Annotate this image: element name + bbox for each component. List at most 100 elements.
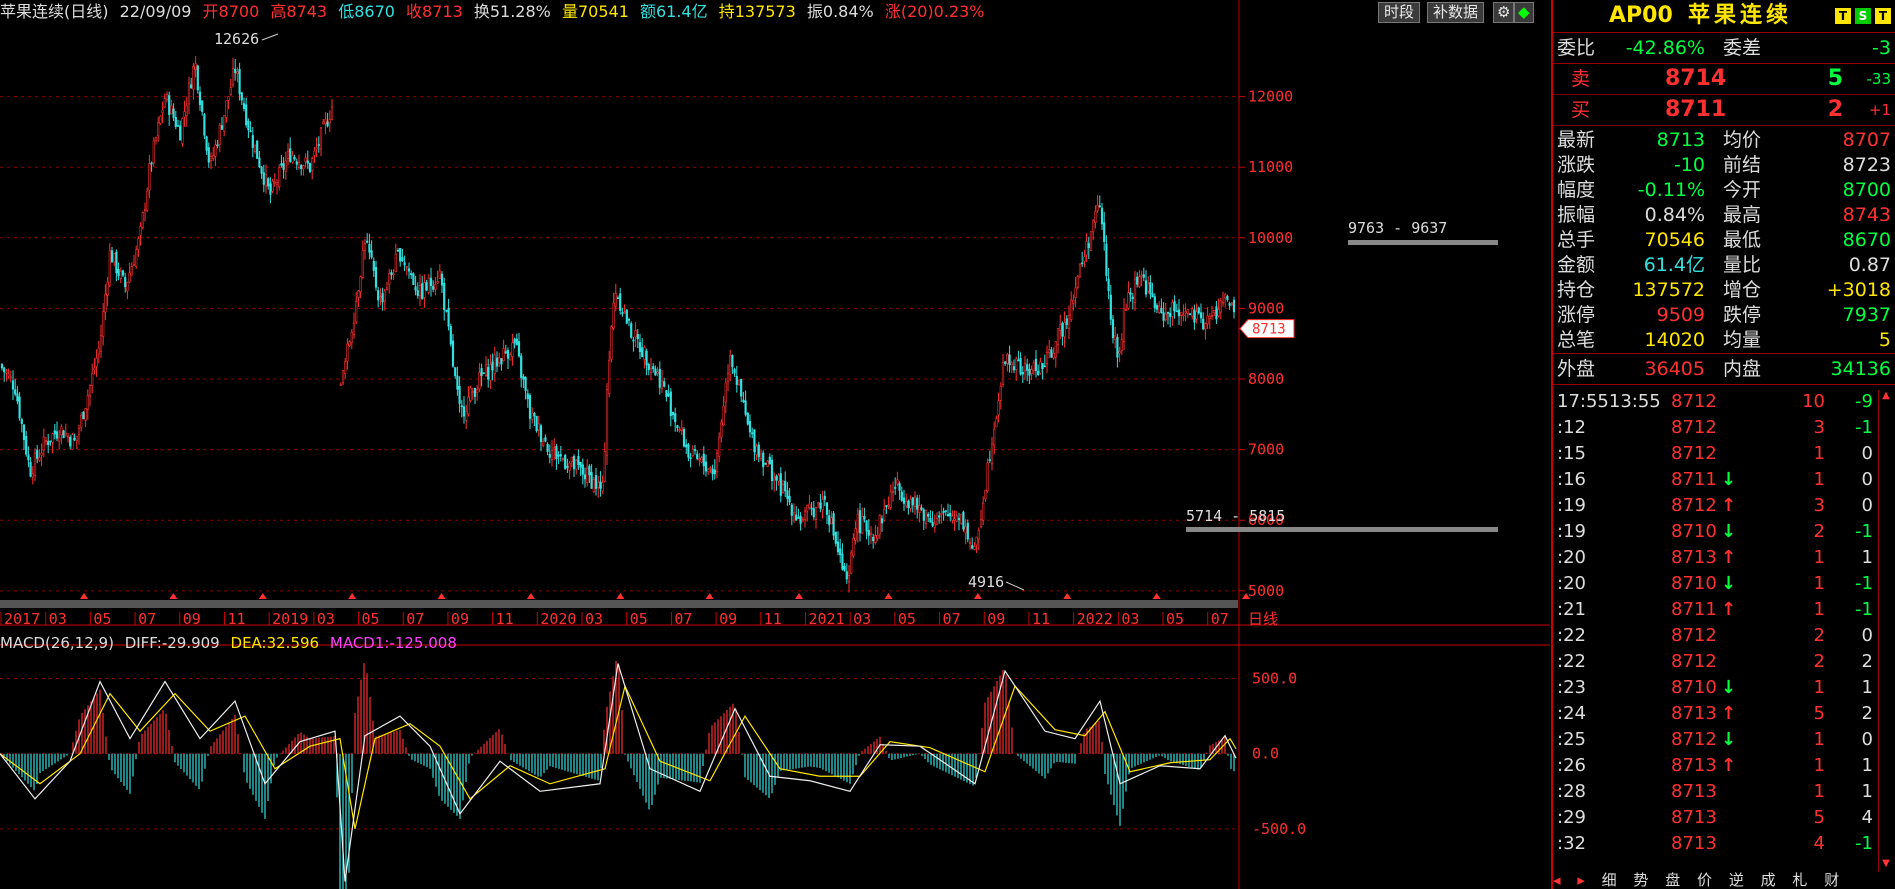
candle-body <box>348 341 351 347</box>
candle-body <box>916 497 919 510</box>
candle-body <box>724 382 727 403</box>
s-icon[interactable]: S <box>1855 8 1871 24</box>
chart-area[interactable]: 5000 6000 7000 8000 9000 10000 11000 12000 8713 2… <box>0 0 1550 889</box>
candle-body <box>476 389 479 393</box>
tab-zha[interactable]: 札 <box>1792 871 1807 889</box>
tab-shi[interactable]: 势 <box>1633 871 1648 889</box>
tick-row[interactable]: :24 8713 ↑ 5 2 <box>1553 701 1877 727</box>
candle-body <box>524 377 527 391</box>
tab-next-icon[interactable]: ▸ <box>1577 871 1585 889</box>
chart-canvas[interactable]: 5000600070008000900010000110001200087132… <box>0 0 1550 889</box>
candle-body <box>608 359 611 395</box>
tick-change: 4 <box>1861 807 1873 828</box>
x-tick-label: 03 <box>317 610 335 628</box>
candle-body <box>143 208 147 211</box>
candle-body <box>271 181 274 192</box>
tick-row[interactable]: :25 8712 ↓ 1 0 <box>1553 727 1877 753</box>
candle-body <box>671 411 675 416</box>
tick-row[interactable]: :12 8712 3 -1 <box>1553 415 1877 441</box>
candle-body <box>256 140 259 159</box>
candle-body <box>130 266 133 276</box>
candle-body <box>616 297 620 300</box>
candle-body <box>306 160 309 164</box>
candle-body <box>487 367 490 380</box>
tab-cheng[interactable]: 成 <box>1761 871 1776 889</box>
event-marker-icon <box>705 593 714 599</box>
candle-body <box>121 270 125 276</box>
candle-body <box>700 457 703 463</box>
tab-xi[interactable]: 细 <box>1602 871 1617 889</box>
tab-jia[interactable]: 价 <box>1697 871 1712 889</box>
period-button[interactable]: 时段 <box>1378 2 1421 23</box>
sell-row[interactable]: 卖 8714 5 -33 <box>1553 64 1895 95</box>
candle-body <box>887 504 890 507</box>
settings-icon[interactable]: ⚙ <box>1493 2 1515 23</box>
bottom-tabs[interactable]: ◂ ▸ 细 势 盘 价 逆 成 札 财 <box>1553 871 1893 889</box>
tick-row[interactable]: 17:5513:55 8712 10 -9 <box>1553 389 1877 415</box>
stat-value: 7937 <box>1842 304 1891 326</box>
candle-body <box>379 296 382 299</box>
candle-body <box>1226 295 1229 300</box>
tick-scrollbar[interactable]: ▲ ▼ <box>1878 390 1893 872</box>
x-tick-label: 05 <box>1166 610 1184 628</box>
tick-row[interactable]: :20 8710 ↓ 1 -1 <box>1553 571 1877 597</box>
tick-row[interactable]: :22 8712 2 2 <box>1553 649 1877 675</box>
candle-body <box>935 518 939 525</box>
tick-row[interactable]: :19 8712 ↑ 3 0 <box>1553 493 1877 519</box>
candle-body <box>845 571 848 580</box>
tick-row[interactable]: :22 8712 2 0 <box>1553 623 1877 649</box>
tick-row[interactable]: :20 8713 ↑ 1 1 <box>1553 545 1877 571</box>
candle-body <box>781 484 785 493</box>
fill-data-button[interactable]: 补数据 <box>1427 2 1485 23</box>
tick-change: 0 <box>1861 495 1873 516</box>
candle-body <box>326 121 329 127</box>
stat-value: -10 <box>1673 154 1705 176</box>
t2-icon[interactable]: T <box>1875 8 1891 24</box>
x-tick-label: 05 <box>630 610 648 628</box>
buy-row[interactable]: 买 8711 2 +1 <box>1553 95 1895 126</box>
scroll-down-icon[interactable]: ▼ <box>1879 858 1893 872</box>
candle-body <box>792 512 796 515</box>
candle-body <box>627 319 631 321</box>
tick-change: -1 <box>1855 833 1873 854</box>
t-icon[interactable]: T <box>1835 8 1851 24</box>
buy-change: +1 <box>1868 101 1891 119</box>
candle-body <box>504 351 507 354</box>
header-high: 高8743 <box>270 2 328 21</box>
candle-body <box>220 125 224 130</box>
tick-row[interactable]: :15 8712 1 0 <box>1553 441 1877 467</box>
kline-header: 苹果连续(日线) 22/09/09 开8700 高8743 低8670 收871… <box>0 0 1500 24</box>
candle-body <box>317 144 320 146</box>
candle-body <box>720 421 723 438</box>
candle-body <box>784 480 787 492</box>
candle-body <box>1164 313 1167 321</box>
candle-body <box>282 163 285 170</box>
tab-cai[interactable]: 财 <box>1824 871 1839 889</box>
scroll-up-icon[interactable]: ▲ <box>1879 390 1893 404</box>
tab-prev-icon[interactable]: ◂ <box>1553 871 1561 889</box>
tick-row[interactable]: :28 8713 1 1 <box>1553 779 1877 805</box>
tick-list[interactable]: 17:5513:55 8712 10 -9:12 8712 3 -1:15 8712 1 0:16… <box>1553 385 1877 857</box>
stat-value: 61.4亿 <box>1643 254 1705 276</box>
tick-volume: 10 <box>1802 391 1825 412</box>
tick-volume: 1 <box>1813 781 1825 802</box>
tab-pan[interactable]: 盘 <box>1665 871 1680 889</box>
candle-body <box>944 510 947 512</box>
tab-ni[interactable]: 逆 <box>1729 871 1744 889</box>
tick-row[interactable]: :23 8710 ↓ 1 1 <box>1553 675 1877 701</box>
tick-row[interactable]: :16 8711 ↓ 1 0 <box>1553 467 1877 493</box>
candle-body <box>825 502 829 515</box>
tick-row[interactable]: :26 8713 ↑ 1 1 <box>1553 753 1877 779</box>
candle-body <box>520 355 523 378</box>
candle-body <box>40 452 43 456</box>
candle-body <box>693 449 697 451</box>
tick-row[interactable]: :32 8713 4 -1 <box>1553 831 1877 857</box>
candle-body <box>1127 292 1130 309</box>
diamond-icon[interactable]: ◆ <box>1514 2 1534 23</box>
stat-label: 最低 <box>1723 229 1762 251</box>
candle-body <box>902 497 906 504</box>
tick-row[interactable]: :21 8711 ↑ 1 -1 <box>1553 597 1877 623</box>
tick-row[interactable]: :29 8713 5 4 <box>1553 805 1877 831</box>
tick-row[interactable]: :19 8710 ↓ 2 -1 <box>1553 519 1877 545</box>
tick-volume: 2 <box>1813 651 1825 672</box>
